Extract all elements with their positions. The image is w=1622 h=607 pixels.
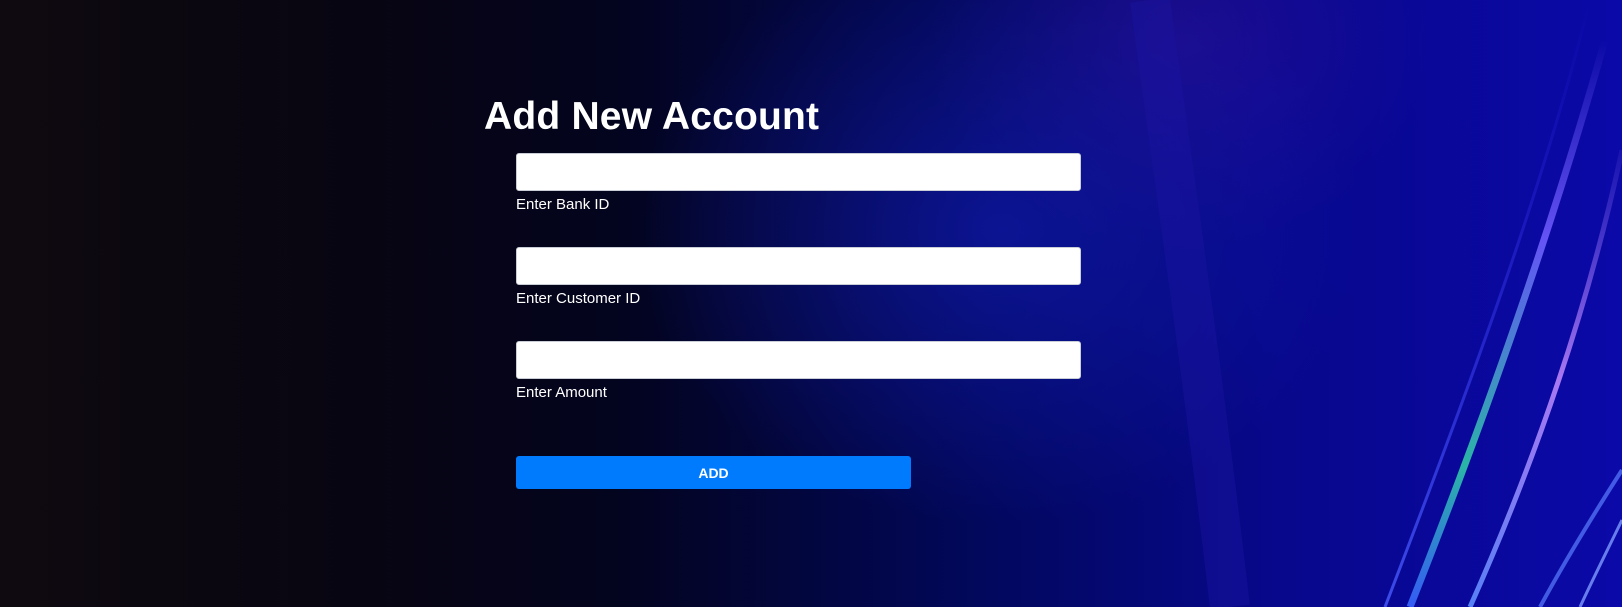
add-account-form: Enter Bank ID Enter Customer ID Enter Am… xyxy=(516,153,1081,435)
customer-id-input[interactable] xyxy=(516,247,1081,285)
bank-id-label: Enter Bank ID xyxy=(516,196,610,213)
customer-id-field-group: Enter Customer ID xyxy=(516,247,1081,341)
bank-id-input[interactable] xyxy=(516,153,1081,191)
page-title: Add New Account xyxy=(484,95,820,138)
add-button[interactable]: ADD xyxy=(516,456,911,489)
amount-field-group: Enter Amount xyxy=(516,341,1081,435)
bank-id-field-group: Enter Bank ID xyxy=(516,153,1081,247)
amount-label: Enter Amount xyxy=(516,384,607,401)
amount-input[interactable] xyxy=(516,341,1081,379)
customer-id-label: Enter Customer ID xyxy=(516,290,641,307)
